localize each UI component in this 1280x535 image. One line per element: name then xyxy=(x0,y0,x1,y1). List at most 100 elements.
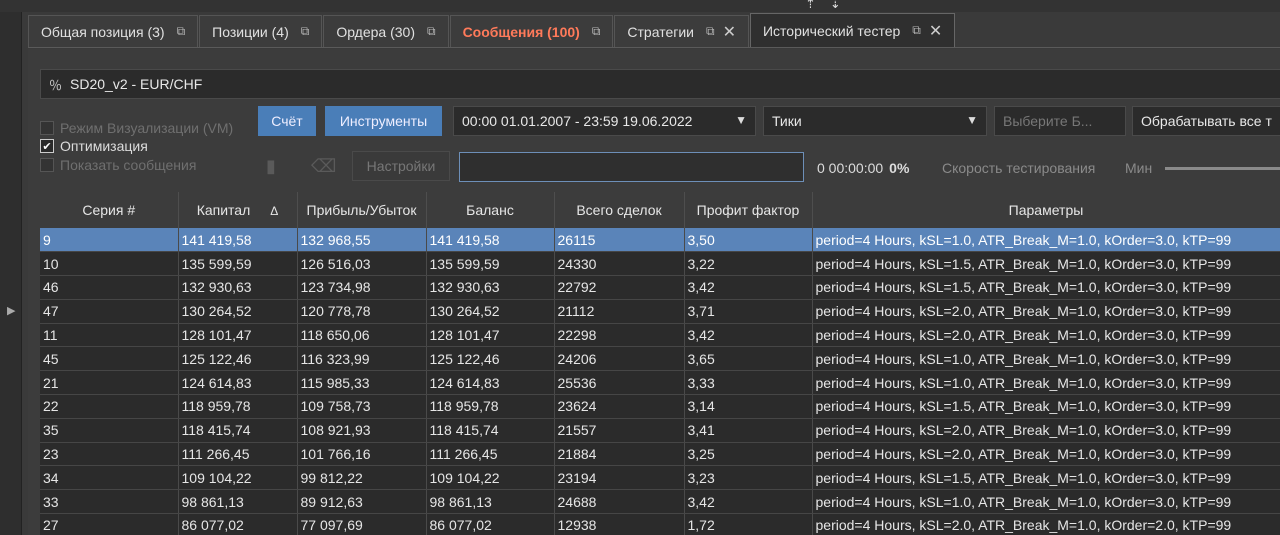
table-cell: period=4 Hours, kSL=2.0, ATR_Break_M=1.0… xyxy=(812,513,1280,535)
table-row[interactable]: 33 98 861,13 89 912,63 98 861,13 24688 3,42 pe… xyxy=(40,489,1280,515)
tab-0[interactable]: Общая позиция (3) ⧉ xyxy=(28,15,199,47)
dock-arrows-icon[interactable]: ⇡⇣ xyxy=(805,0,855,12)
table-cell: 27 xyxy=(40,513,179,535)
table-cell: 3,33 xyxy=(684,370,813,396)
table-cell: 111 266,45 xyxy=(178,442,298,467)
table-row[interactable]: 10 135 599,59 126 516,03 135 599,59 24330 3,2… xyxy=(40,251,1280,277)
table-cell: 99 812,22 xyxy=(297,465,427,491)
tab-4[interactable]: Стратегии ⧉ ✕ xyxy=(614,15,749,47)
instruments-button[interactable]: Инструменты xyxy=(325,106,442,136)
table-cell: 21112 xyxy=(554,299,685,324)
top-strip: ⇡⇣ xyxy=(0,0,1280,12)
table-row[interactable]: 11 128 101,47 118 650,06 128 101,47 22298 3,4… xyxy=(40,323,1280,348)
column-header[interactable]: Параметры xyxy=(812,192,1280,228)
settings-button[interactable]: Настройки xyxy=(352,151,450,181)
table-row[interactable]: 47 130 264,52 120 778,78 130 264,52 21112 3,7… xyxy=(40,299,1280,324)
column-header[interactable]: Профит фактор xyxy=(684,192,813,228)
tab-label: Позиции (4) xyxy=(212,23,289,40)
column-header[interactable]: Баланс xyxy=(426,192,555,228)
table-cell: period=4 Hours, kSL=1.0, ATR_Break_M=1.0… xyxy=(812,346,1280,372)
table-cell: 118 959,78 xyxy=(426,394,555,419)
timer-value: 0 00:00:00 xyxy=(817,160,884,176)
process-select[interactable]: Обрабатывать все т xyxy=(1132,106,1280,136)
table-row[interactable]: 27 86 077,02 77 097,69 86 077,02 12938 1,72 pe… xyxy=(40,513,1280,535)
table-cell: 125 122,46 xyxy=(426,346,555,372)
table-cell: 23194 xyxy=(554,465,685,491)
elapsed-time: 0 00:00:00 0% xyxy=(817,160,909,176)
table-cell: 22 xyxy=(40,394,179,419)
tab-5[interactable]: Исторический тестер ⧉ ✕ xyxy=(749,13,956,47)
table-cell: 24330 xyxy=(554,251,685,277)
optimization-checkbox[interactable]: ✔ xyxy=(40,139,54,153)
table-row[interactable]: 46 132 930,63 123 734,98 132 930,63 22792 3,4… xyxy=(40,275,1280,300)
table-row[interactable]: 22 118 959,78 109 758,73 118 959,78 23624 3,1… xyxy=(40,394,1280,419)
copy-icon[interactable]: ▮ xyxy=(266,156,276,177)
show-messages-label: Показать сообщения xyxy=(60,157,197,173)
table-row[interactable]: 34 109 104,22 99 812,22 109 104,22 23194 3,23… xyxy=(40,465,1280,491)
clear-icon[interactable]: ⌫ xyxy=(311,156,336,177)
table-row[interactable]: 21 124 614,83 115 985,33 124 614,83 25536 3,3… xyxy=(40,370,1280,396)
table-row[interactable]: 45 125 122,46 116 323,99 125 122,46 24206 3,6… xyxy=(40,346,1280,372)
table-cell: 125 122,46 xyxy=(178,346,298,372)
table-cell: 3,42 xyxy=(684,323,813,348)
table-cell: period=4 Hours, kSL=1.5, ATR_Break_M=1.0… xyxy=(812,251,1280,277)
table-row[interactable]: 9 141 419,58 132 968,55 141 419,58 26115 3,50… xyxy=(40,228,1280,253)
column-header[interactable]: Капитал Δ xyxy=(178,192,298,228)
data-type-select[interactable]: Тики ▼ xyxy=(763,106,987,136)
popout-icon[interactable]: ⧉ xyxy=(912,23,921,38)
account-button[interactable]: Счёт xyxy=(258,106,316,136)
date-range-select[interactable]: 00:00 01.01.2007 - 23:59 19.06.2022 ▼ xyxy=(453,106,756,136)
table-cell: 120 778,78 xyxy=(297,299,427,324)
column-header[interactable]: Прибыль/Убыток xyxy=(297,192,427,228)
table-cell: period=4 Hours, kSL=2.0, ATR_Break_M=1.0… xyxy=(812,442,1280,467)
popout-icon[interactable]: ⧉ xyxy=(427,24,436,39)
table-cell: 24688 xyxy=(554,489,685,515)
strategy-label: SD20_v2 - EUR/CHF xyxy=(70,76,203,92)
expand-handle-icon[interactable]: ▶ xyxy=(7,304,15,317)
tab-2[interactable]: Ордера (30) ⧉ xyxy=(323,15,449,47)
table-cell: 1,72 xyxy=(684,513,813,535)
tab-1[interactable]: Позиции (4) ⧉ xyxy=(199,15,323,47)
strategy-selector[interactable]: ％ SD20_v2 - EUR/CHF xyxy=(40,69,1280,99)
table-cell: 130 264,52 xyxy=(178,299,298,324)
table-cell: 109 104,22 xyxy=(426,465,555,491)
column-header[interactable]: Всего сделок xyxy=(554,192,685,228)
visualization-option[interactable]: Режим Визуализации (VM) xyxy=(40,120,233,136)
close-icon[interactable]: ✕ xyxy=(723,22,736,42)
speed-slider[interactable] xyxy=(1165,167,1280,170)
table-cell: 11 xyxy=(40,323,179,348)
column-header-label: Прибыль/Убыток xyxy=(306,202,417,218)
close-icon[interactable]: ✕ xyxy=(929,21,942,41)
table-cell: period=4 Hours, kSL=1.5, ATR_Break_M=1.0… xyxy=(812,275,1280,300)
popout-icon[interactable]: ⧉ xyxy=(177,24,186,39)
select-field[interactable]: Выберите Б... xyxy=(994,106,1126,136)
table-cell: period=4 Hours, kSL=1.0, ATR_Break_M=1.0… xyxy=(812,228,1280,253)
table-cell: 3,41 xyxy=(684,418,813,443)
popout-icon[interactable]: ⧉ xyxy=(301,24,310,39)
table-cell: period=4 Hours, kSL=1.5, ATR_Break_M=1.0… xyxy=(812,394,1280,419)
popout-icon[interactable]: ⧉ xyxy=(592,24,601,39)
table-cell: 130 264,52 xyxy=(426,299,555,324)
column-header[interactable]: Серия # xyxy=(40,192,179,228)
table-row[interactable]: 35 118 415,74 108 921,93 118 415,74 21557 3,4… xyxy=(40,418,1280,443)
popout-icon[interactable]: ⧉ xyxy=(706,24,715,39)
optimization-option[interactable]: ✔ Оптимизация xyxy=(40,138,148,154)
table-cell: 3,23 xyxy=(684,465,813,491)
table-cell: 25536 xyxy=(554,370,685,396)
progress-percent: 0% xyxy=(889,160,910,176)
table-cell: 26115 xyxy=(554,228,685,253)
table-cell: 128 101,47 xyxy=(178,323,298,348)
column-header-label: Баланс xyxy=(466,202,514,218)
table-cell: 23 xyxy=(40,442,179,467)
show-messages-option[interactable]: Показать сообщения xyxy=(40,157,196,173)
visualization-checkbox[interactable] xyxy=(40,121,54,135)
tab-label: Сообщения (100) xyxy=(462,23,580,40)
table-cell: 3,71 xyxy=(684,299,813,324)
table-cell: 23624 xyxy=(554,394,685,419)
show-messages-checkbox[interactable] xyxy=(40,158,54,172)
table-row[interactable]: 23 111 266,45 101 766,16 111 266,45 21884 3,2… xyxy=(40,442,1280,467)
tab-3[interactable]: Сообщения (100) ⧉ xyxy=(449,15,614,47)
table-cell: 128 101,47 xyxy=(426,323,555,348)
optimization-label: Оптимизация xyxy=(60,138,148,154)
table-cell: 35 xyxy=(40,418,179,443)
